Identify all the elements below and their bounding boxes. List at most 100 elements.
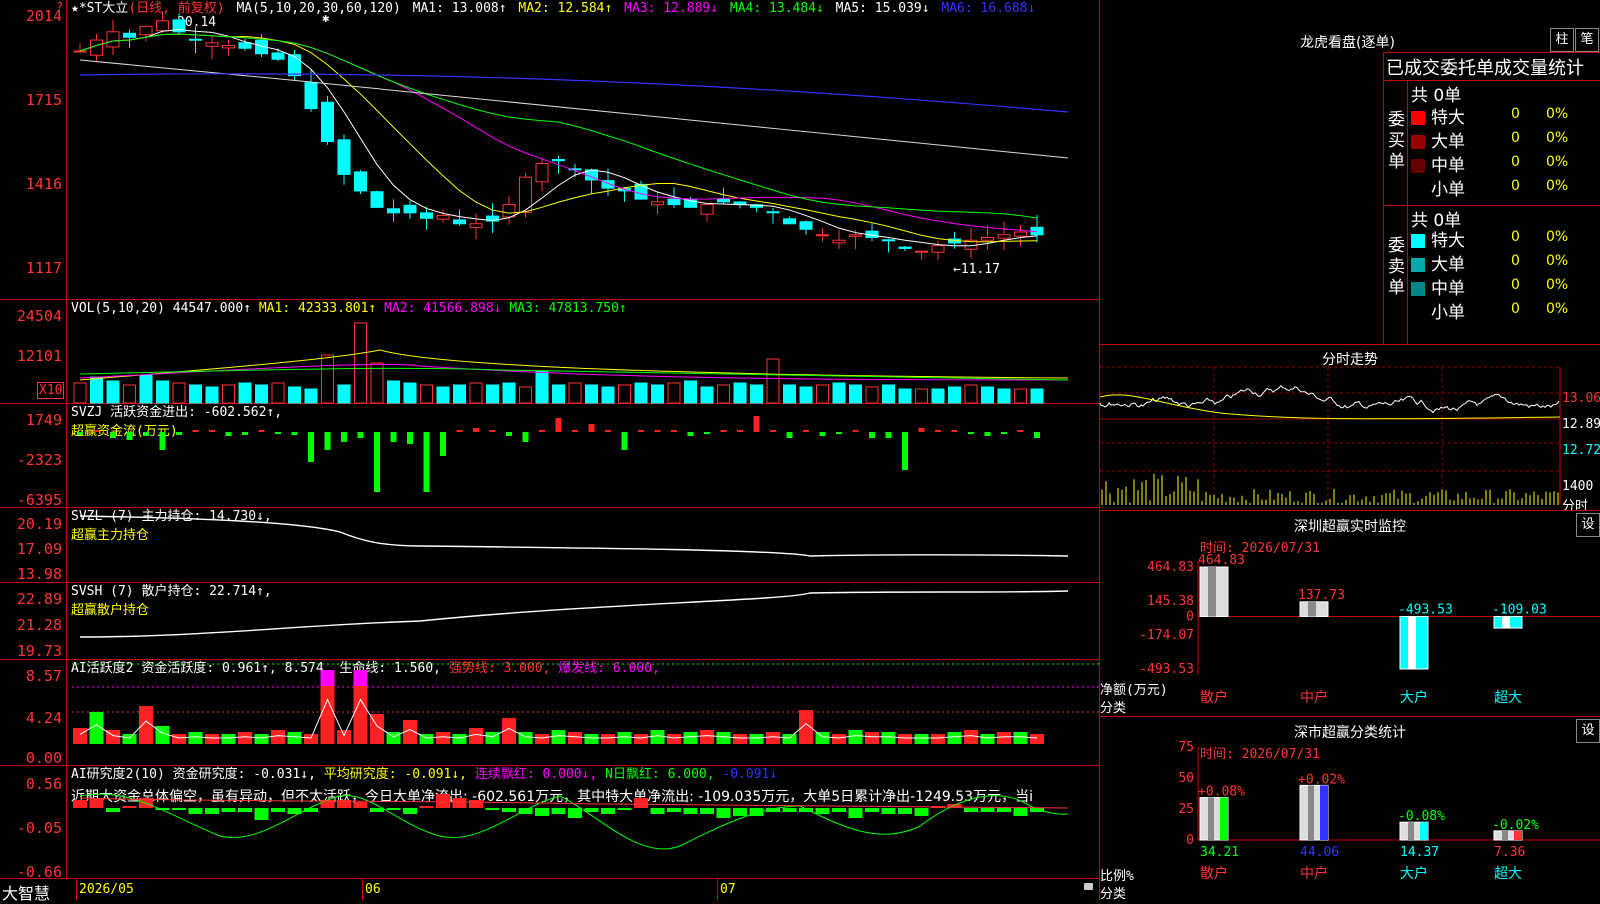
tick-view-button[interactable]: 笔: [1575, 28, 1599, 52]
volume-bar: [948, 386, 961, 404]
net-amount-chart[interactable]: 464.83 145.380 -174.07 -493.53 464.83 散户 137.7…: [1100, 511, 1600, 717]
svzj-panel[interactable]: 1749 -2323 -6395 SVZJ 活跃资金进出: -602.562↑,…: [0, 404, 1099, 508]
research-bar: [353, 802, 368, 808]
legend-swatch: [1411, 282, 1425, 296]
order-count: 0: [1511, 253, 1520, 269]
flow-bar: [473, 428, 479, 432]
research-bar: [997, 808, 1011, 812]
volume-bar: [964, 384, 978, 404]
classify-panel[interactable]: 深市超赢分类统计 设 时间: 2026/07/31 比例% 分类 75 50 25 0…: [1100, 716, 1600, 902]
bar-view-button[interactable]: 柱: [1550, 28, 1574, 52]
flow-bar: [671, 430, 677, 432]
volume-bar: [799, 386, 813, 404]
svsh-panel[interactable]: 22.89 21.28 19.73 SVSH (7) 散户持仓: 22.714↑…: [0, 583, 1099, 660]
volume-chart[interactable]: [0, 300, 1099, 404]
order-percent: 0%: [1546, 301, 1569, 317]
ai-activity-panel[interactable]: 8.57 4.24 0.00 AI活跃度2 资金活跃度: 0.961↑, 8.5…: [0, 660, 1099, 766]
activity-bar: [749, 734, 764, 744]
classify-category: 散户: [1200, 865, 1228, 882]
order-count: 0: [1511, 130, 1520, 146]
research-bar: [403, 808, 417, 814]
volume-bar: [816, 384, 829, 404]
activity-bar: [238, 732, 252, 744]
activity-bar: [782, 734, 797, 744]
main-position-chart[interactable]: [0, 508, 1099, 582]
flow-bar: [93, 430, 100, 432]
candle-body: [931, 245, 945, 253]
candle-body: [502, 204, 516, 218]
order-label: 小单: [1431, 180, 1465, 200]
activity-bar: [716, 732, 731, 744]
order-percent: 0%: [1546, 106, 1569, 122]
order-stats-panel: 龙虎看盘(逐单) 柱 笔 已成交委托单成交量统计 委买单 共 0单 特大 0 0% 大…: [1100, 0, 1600, 344]
volume-bar: [981, 386, 994, 404]
activity-bar: [568, 732, 582, 744]
flow-bar: [786, 432, 793, 438]
flow-bar: [291, 432, 298, 435]
research-bar: [914, 808, 929, 816]
research-bar: [865, 808, 879, 812]
classify-category: 中户: [1300, 865, 1328, 882]
volume-panel[interactable]: 24504 12101 X10 VOL(5,10,20) 44547.000↑ …: [0, 300, 1099, 404]
volume-bar: [387, 380, 400, 404]
order-percent: 0%: [1546, 154, 1569, 170]
volume-bar: [123, 384, 136, 404]
candle-body: [205, 42, 219, 47]
ratio-chart[interactable]: 75 50 25 0 +0.08% 34.21 散户 +0.02% 44.06 中户 -0.08% 1…: [1100, 717, 1600, 901]
stats-heading: 已成交委托单成交量统计: [1386, 58, 1584, 79]
activity-bar: [700, 730, 714, 744]
candle-body: [783, 218, 796, 225]
lock-icon[interactable]: [1084, 883, 1093, 890]
research-bar: [254, 808, 269, 820]
candle-body: [700, 204, 714, 215]
intraday-chart[interactable]: [1099, 345, 1600, 511]
research-bar: [452, 798, 467, 808]
flow-bar: [275, 432, 281, 434]
research-bar: [535, 808, 549, 816]
fund-flow-chart[interactable]: [0, 404, 1099, 507]
buy-side-label: 委买单: [1388, 110, 1405, 172]
activity-bar: [271, 730, 285, 744]
activity-bar: [881, 732, 896, 744]
monitor-bar-shade: [1408, 616, 1416, 669]
svsh-line: [79, 590, 1069, 638]
research-chart[interactable]: [0, 766, 1099, 878]
monitor-tick-label: 464.83: [1147, 560, 1194, 575]
classify-value-label: 7.36: [1494, 845, 1525, 860]
kline-panel[interactable]: 2014 1715 1416 1117 ? ★*ST大立(日线, 前复权) MA…: [0, 0, 1099, 300]
flow-bar: [1001, 432, 1007, 434]
flow-bar: [176, 432, 182, 435]
volume-bar: [552, 384, 565, 404]
classify-bar-shade: [1208, 797, 1214, 840]
research-bar: [848, 808, 863, 818]
flow-bar: [423, 432, 430, 492]
classify-bar-accent: [1420, 822, 1428, 840]
monitor-bar-label: 137.73: [1298, 588, 1345, 603]
svzl-panel[interactable]: 20.19 17.09 13.98 SVZL (7) 主力持仓: 14.730↓…: [0, 508, 1099, 583]
order-row: 中单 0 0%: [1411, 274, 1600, 299]
candlestick-chart[interactable]: ✱: [0, 0, 1099, 299]
flow-bar: [770, 430, 776, 432]
order-percent: 0%: [1546, 178, 1569, 194]
retail-position-chart[interactable]: [0, 583, 1099, 659]
candle-body: [667, 198, 681, 206]
research-bar: [617, 808, 632, 810]
activity-bar: [848, 730, 863, 744]
intraday-panel[interactable]: 分时走势 13.06 12.89 12.72 1400 分时: [1099, 344, 1600, 514]
monitor-category: 超大: [1494, 690, 1522, 706]
monitor-panel[interactable]: 深圳超赢实时监控 设 时间: 2026/07/31 净额(万元) 分类 464.…: [1100, 510, 1600, 717]
activity-chart[interactable]: [0, 660, 1099, 765]
svzl-line: [79, 515, 1069, 557]
research-avg-line: [79, 797, 1069, 809]
legend-swatch: [1411, 306, 1425, 320]
volume-bar: [667, 382, 681, 404]
classify-value-label: 44.06: [1300, 845, 1339, 860]
date-label: 06: [365, 882, 381, 897]
activity-bar: [931, 734, 945, 744]
volume-bar: [337, 384, 351, 404]
activity-bar: [469, 728, 483, 744]
ai-research-panel[interactable]: 0.56 -0.05 -0.66 AI研究度2(10) 资金研究度: -0.03…: [0, 766, 1099, 880]
volume-bar: [684, 380, 697, 404]
candle-body: [915, 250, 928, 253]
flow-bar: [687, 432, 694, 436]
